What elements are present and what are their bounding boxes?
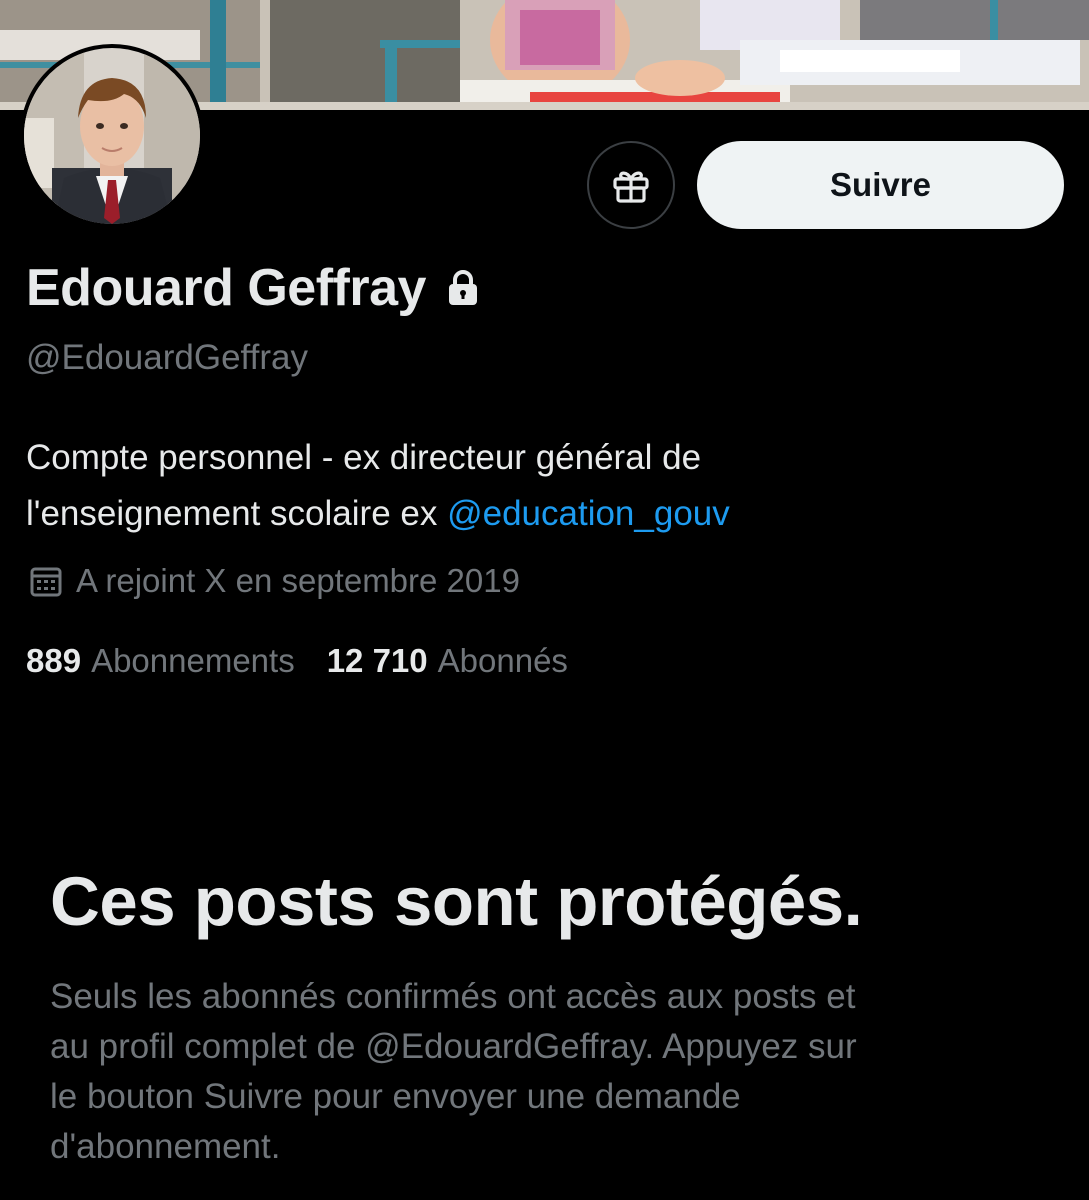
protected-posts-title: Ces posts sont protégés.: [50, 863, 863, 940]
description-line: au profil complet de @EdouardGeffray. Ap…: [50, 1027, 857, 1066]
calendar-icon: [30, 567, 62, 597]
bio-text: l'enseignement scolaire ex: [26, 494, 448, 533]
joined-date-row: A rejoint X en septembre 2019: [28, 562, 520, 600]
profile-bio: Compte personnel - ex directeur général …: [26, 430, 1056, 542]
gift-button[interactable]: [587, 141, 675, 229]
followers-label: Abonnés: [437, 642, 568, 679]
bio-mention-link[interactable]: @education_gouv: [447, 494, 730, 533]
bio-line: Compte personnel - ex directeur général …: [26, 438, 702, 477]
following-label: Abonnements: [91, 642, 295, 679]
bio-line: l'enseignement scolaire ex @education_go…: [26, 486, 1056, 542]
description-line: le bouton Suivre pour envoyer une demand…: [50, 1077, 741, 1116]
avatar-image: [24, 48, 200, 224]
lock-icon: [448, 270, 477, 305]
followers-link[interactable]: 12 710 Abonnés: [327, 642, 568, 680]
profile-avatar[interactable]: [20, 44, 204, 228]
display-name: Edouard Geffray: [26, 259, 426, 317]
gift-icon: [613, 171, 649, 203]
display-name-row: Edouard Geffray: [26, 258, 480, 318]
joined-date: A rejoint X en septembre 2019: [76, 562, 520, 599]
following-count: 889: [26, 642, 82, 679]
follow-stats: 889 Abonnements 12 710 Abonnés: [26, 642, 568, 680]
following-link[interactable]: 889 Abonnements: [26, 642, 295, 680]
protected-posts-description: Seuls les abonnés confirmés ont accès au…: [50, 972, 1050, 1172]
follow-button[interactable]: Suivre: [697, 141, 1064, 229]
description-line: d'abonnement.: [50, 1127, 281, 1166]
description-line: Seuls les abonnés confirmés ont accès au…: [50, 977, 856, 1016]
profile-handle: @EdouardGeffray: [26, 338, 308, 377]
followers-count: 12 710: [326, 642, 428, 679]
